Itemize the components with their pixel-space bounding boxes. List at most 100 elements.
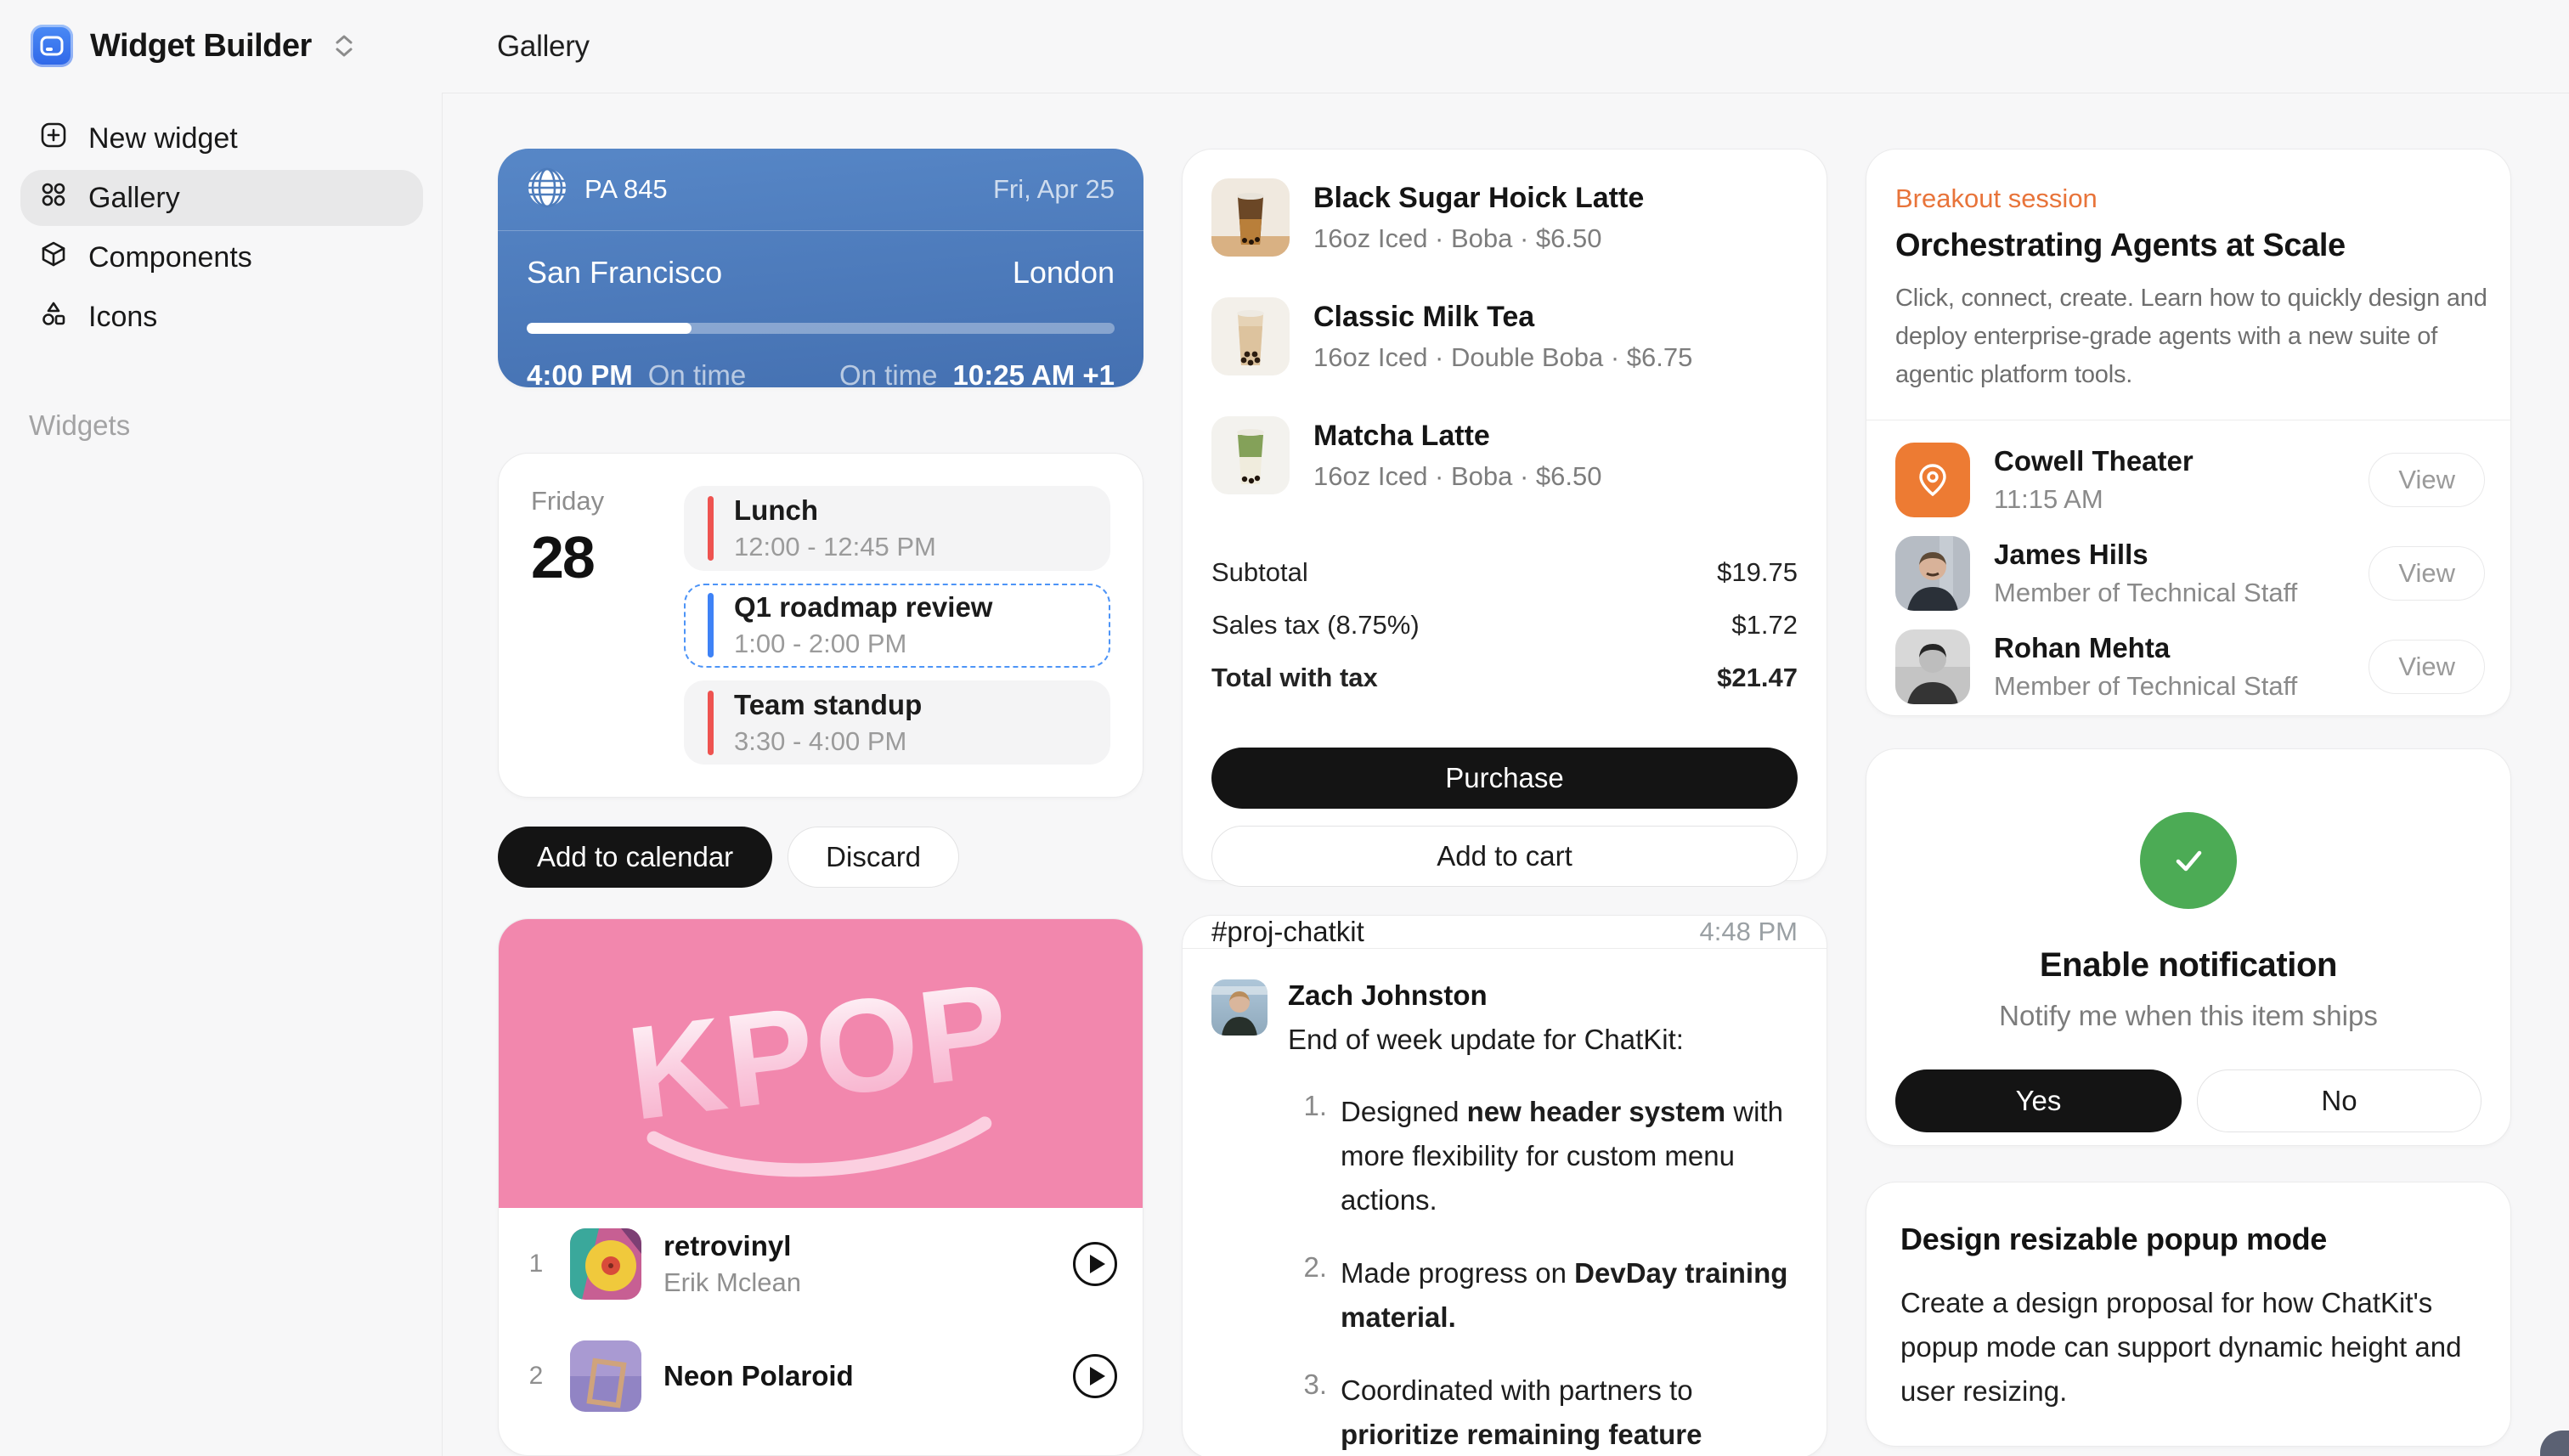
chat-author: Zach Johnston [1288, 979, 1804, 1012]
app-title: Widget Builder [90, 28, 312, 65]
session-eyebrow: Breakout session [1895, 183, 2485, 214]
chat-timestamp: 4:48 PM [1700, 917, 1798, 947]
location-name: Cowell Theater [1994, 445, 2194, 477]
purchase-button[interactable]: Purchase [1211, 748, 1798, 809]
grid-dots-icon [39, 180, 68, 217]
track-title: Neon Polaroid [663, 1360, 1051, 1392]
person-name: Rohan Mehta [1994, 632, 2297, 664]
arrival-time: 10:25 AM +1 [953, 359, 1115, 387]
event-time: 12:00 - 12:45 PM [734, 532, 936, 562]
play-icon[interactable] [1073, 1242, 1117, 1286]
sidebar-item-components[interactable]: Components [20, 229, 423, 285]
discard-button[interactable]: Discard [788, 827, 959, 888]
view-button[interactable]: View [2369, 640, 2485, 694]
view-button[interactable]: View [2369, 546, 2485, 601]
subtotal-value: $19.75 [1717, 557, 1798, 588]
playlist-widget: KPOP 1 [498, 918, 1143, 1456]
calendar-event-team-standup[interactable]: Team standup 3:30 - 4:00 PM [684, 680, 1110, 765]
calendar-day-name: Friday [531, 486, 658, 516]
flight-origin: San Francisco [527, 255, 722, 291]
chat-list-item: 2. Made progress on DevDay training mate… [1288, 1251, 1804, 1340]
track-title: retrovinyl [663, 1230, 1051, 1262]
chat-message: Zach Johnston End of week update for Cha… [1183, 949, 1827, 1456]
order-item-name: Black Sugar Hoick Latte [1313, 182, 1644, 215]
notification-widget: Enable notification Notify me when this … [1866, 748, 2511, 1146]
order-item-name: Matcha Latte [1313, 420, 1602, 453]
add-to-calendar-button[interactable]: Add to calendar [498, 827, 772, 888]
total-label: Total with tax [1211, 663, 1378, 693]
subtotal-row: Subtotal $19.75 [1211, 557, 1798, 588]
event-color-bar [708, 593, 714, 657]
yes-button[interactable]: Yes [1895, 1069, 2182, 1132]
chat-intro: End of week update for ChatKit: [1288, 1024, 1804, 1056]
flight-destination: London [1013, 255, 1115, 291]
track-index: 2 [524, 1362, 548, 1391]
task-body: Create a design proposal for how ChatKit… [1900, 1281, 2471, 1414]
notification-title: Enable notification [2040, 946, 2337, 985]
drink-photo-classic-milk-tea [1211, 297, 1290, 375]
session-title: Orchestrating Agents at Scale [1895, 228, 2485, 264]
airline-globe-icon [527, 167, 567, 212]
order-item: Matcha Latte 16oz Iced · Boba · $6.50 [1211, 416, 1798, 494]
track-art-retrovinyl [570, 1228, 641, 1300]
chat-update-list: 1. Designed new header system with more … [1288, 1090, 1804, 1456]
chat-widget: #proj-chatkit 4:48 PM [1182, 915, 1827, 1456]
session-row-rohan-mehta: Rohan Mehta Member of Technical Staff Vi… [1895, 629, 2485, 704]
track-list: 1 retrovinyl [499, 1208, 1143, 1432]
sidebar-item-icons[interactable]: Icons [20, 289, 423, 345]
sidebar-item-new-widget[interactable]: New widget [20, 110, 423, 166]
track-art-neon-polaroid [570, 1340, 641, 1412]
event-color-bar [708, 496, 714, 561]
breakout-session-widget: Breakout session Orchestrating Agents at… [1866, 149, 2511, 716]
subtotal-label: Subtotal [1211, 557, 1308, 588]
flight-progress-fill [527, 323, 692, 334]
sales-tax-row: Sales tax (8.75%) $1.72 [1211, 610, 1798, 641]
sidebar-item-label: Icons [88, 301, 157, 334]
calendar-event-q1-roadmap-review[interactable]: Q1 roadmap review 1:00 - 2:00 PM [684, 584, 1110, 668]
view-button[interactable]: View [2369, 453, 2485, 507]
chevron-up-down-icon[interactable] [334, 34, 354, 58]
play-icon[interactable] [1073, 1354, 1117, 1398]
sidebar-item-label: New widget [88, 122, 238, 155]
calendar-date: Friday 28 [531, 486, 658, 765]
event-time: 1:00 - 2:00 PM [734, 629, 992, 659]
app-header[interactable]: Widget Builder [31, 19, 426, 73]
no-button[interactable]: No [2197, 1069, 2481, 1132]
flight-header: PA 845 Fri, Apr 25 [498, 149, 1143, 231]
track-row[interactable]: 1 retrovinyl [524, 1208, 1117, 1320]
column-1: PA 845 Fri, Apr 25 San Francisco London … [498, 149, 1143, 1456]
list-number: 1. [1288, 1090, 1327, 1222]
avatar-james-hills [1895, 536, 1970, 611]
chat-list-item: 3. Coordinated with partners to prioriti… [1288, 1369, 1804, 1456]
flight-number: PA 845 [584, 174, 668, 205]
order-item-details: 16oz Iced · Boba · $6.50 [1313, 461, 1602, 492]
flight-widget: PA 845 Fri, Apr 25 San Francisco London … [498, 149, 1143, 387]
column-2: Black Sugar Hoick Latte 16oz Iced · Boba… [1182, 149, 1827, 1456]
check-icon [2140, 812, 2237, 909]
cube-icon [39, 240, 68, 276]
track-row[interactable]: 2 Neon Polaroid [524, 1320, 1117, 1432]
person-role: Member of Technical Staff [1994, 578, 2297, 608]
sidebar-item-gallery[interactable]: Gallery [20, 170, 423, 226]
task-title: Design resizable popup mode [1900, 1222, 2476, 1257]
page-title: Gallery [497, 30, 590, 64]
notification-actions: Yes No [1895, 1069, 2481, 1132]
order-actions: Purchase Add to cart [1211, 724, 1798, 887]
event-title: Team standup [734, 689, 922, 721]
main-area: Gallery [442, 0, 2569, 1456]
event-color-bar [708, 691, 714, 755]
drink-photo-black-sugar-latte [1211, 178, 1290, 257]
calendar-event-lunch[interactable]: Lunch 12:00 - 12:45 PM [684, 486, 1110, 570]
order-item-details: 16oz Iced · Boba · $6.50 [1313, 223, 1644, 254]
drink-photo-matcha-latte [1211, 416, 1290, 494]
person-role: Member of Technical Staff [1994, 671, 2297, 702]
add-to-cart-button[interactable]: Add to cart [1211, 826, 1798, 887]
flight-progress-track [527, 323, 1115, 334]
playlist-cover-art: KPOP [499, 919, 1143, 1208]
event-time: 3:30 - 4:00 PM [734, 726, 922, 757]
track-artist: Erik Mclean [663, 1267, 1051, 1298]
sales-tax-value: $1.72 [1731, 610, 1798, 641]
app-logo-icon [31, 25, 73, 67]
list-number: 2. [1288, 1251, 1327, 1340]
departure-time: 4:00 PM [527, 359, 633, 387]
